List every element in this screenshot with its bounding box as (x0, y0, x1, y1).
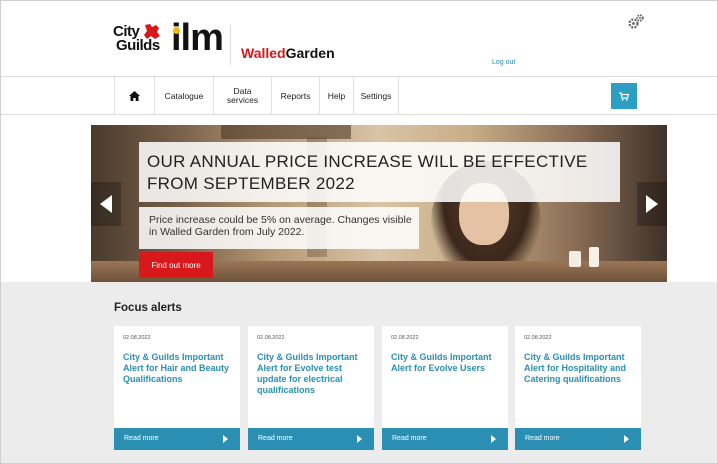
ilm-logo[interactable]: ilm (171, 17, 224, 63)
logo-divider (230, 25, 231, 65)
play-arrow-icon (491, 435, 496, 443)
alert-date: 02.08.2022 (524, 335, 552, 341)
gears-icon[interactable] (627, 13, 645, 31)
nav-catalogue[interactable]: Catalogue (155, 77, 214, 115)
city-and-guilds-logo[interactable]: City Guilds (113, 23, 163, 63)
alert-card: 02.08.2022 City & Guilds Important Alert… (382, 326, 508, 450)
alert-title-link[interactable]: City & Guilds Important Alert for Hair a… (123, 352, 235, 385)
alert-title-link[interactable]: City & Guilds Important Alert for Evolve… (257, 352, 369, 396)
alert-date: 02.08.2022 (257, 335, 285, 341)
carousel-prev-button[interactable] (91, 182, 121, 226)
play-arrow-icon (624, 435, 629, 443)
cart-button[interactable] (611, 83, 637, 109)
alert-title-link[interactable]: City & Guilds Important Alert for Evolve… (391, 352, 503, 374)
alert-card: 02.08.2022 City & Guilds Important Alert… (248, 326, 374, 450)
cart-icon (619, 91, 629, 101)
brand-walled: Walled (241, 45, 286, 61)
read-more-label: Read more (258, 435, 293, 442)
nav-data-services[interactable]: Data services (214, 77, 272, 115)
nav-settings[interactable]: Settings (354, 77, 399, 115)
chevron-right-icon (646, 195, 658, 213)
focus-alerts-heading: Focus alerts (114, 302, 182, 314)
nav-home[interactable] (115, 77, 155, 115)
nav-reports[interactable]: Reports (272, 77, 320, 115)
home-icon (129, 91, 140, 101)
find-out-more-button[interactable]: Find out more (139, 252, 213, 278)
hero-cup (589, 247, 599, 267)
alert-card: 02.08.2022 City & Guilds Important Alert… (114, 326, 240, 450)
play-arrow-icon (223, 435, 228, 443)
play-arrow-icon (357, 435, 362, 443)
read-more-button[interactable]: Read more (248, 428, 374, 450)
hero-subtitle-box: Price increase could be 5% on average. C… (139, 207, 419, 249)
browser-page: City Guilds ilm WalledGarden Log out Cat… (0, 0, 718, 464)
read-more-label: Read more (392, 435, 427, 442)
hero-cup (569, 251, 581, 267)
site-header: City Guilds ilm WalledGarden Log out (1, 1, 717, 77)
read-more-button[interactable]: Read more (114, 428, 240, 450)
chevron-left-icon (100, 195, 112, 213)
read-more-button[interactable]: Read more (382, 428, 508, 450)
read-more-button[interactable]: Read more (515, 428, 641, 450)
alert-date: 02.08.2022 (391, 335, 419, 341)
heraldic-lion-icon (144, 24, 160, 39)
nav-help[interactable]: Help (320, 77, 354, 115)
brand-garden: Garden (285, 45, 335, 61)
logo-ilm-text: ilm (171, 17, 224, 59)
logout-link[interactable]: Log out (492, 59, 515, 66)
walled-garden-brand: WalledGarden (241, 45, 335, 61)
ilm-dot-icon (173, 27, 180, 34)
hero-title-box: OUR ANNUAL PRICE INCREASE WILL BE EFFECT… (139, 142, 620, 202)
hero-subtitle: Price increase could be 5% on average. C… (149, 214, 412, 238)
focus-alerts-section: Focus alerts 02.08.2022 City & Guilds Im… (1, 282, 717, 463)
alert-title-link[interactable]: City & Guilds Important Alert for Hospit… (524, 352, 636, 385)
alert-card: 02.08.2022 City & Guilds Important Alert… (515, 326, 641, 450)
read-more-label: Read more (124, 435, 159, 442)
hero-title: OUR ANNUAL PRICE INCREASE WILL BE EFFECT… (147, 152, 588, 193)
hero-background-frame (221, 125, 351, 139)
alert-date: 02.08.2022 (123, 335, 151, 341)
read-more-label: Read more (525, 435, 560, 442)
carousel-next-button[interactable] (637, 182, 667, 226)
nav-items: Catalogue Data services Reports Help Set… (114, 77, 399, 115)
